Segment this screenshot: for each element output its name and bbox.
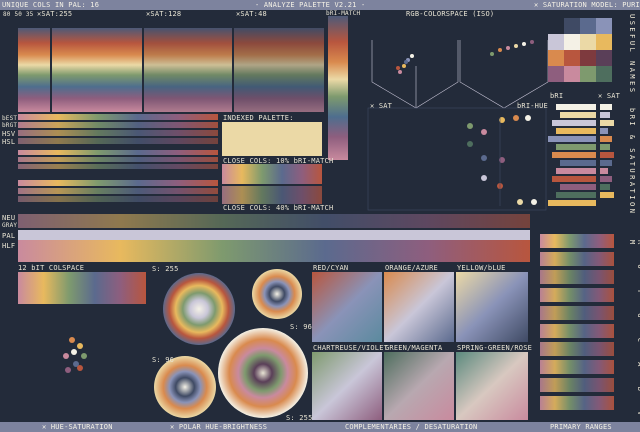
bri-hue-points <box>467 115 537 205</box>
comp-orange-azure <box>384 272 454 342</box>
rgb-points-right <box>490 40 534 56</box>
palette-swatch[interactable] <box>580 18 596 34</box>
polar-circle-s255-large <box>218 328 308 418</box>
sat-label-left: ✕ SAT <box>370 102 393 110</box>
comp-spring-green-rose <box>456 352 528 420</box>
sat-label-right: ✕ SAT <box>598 92 621 100</box>
palette-swatch[interactable] <box>564 18 580 34</box>
palette-swatch[interactable] <box>596 18 612 34</box>
useful-names-label: USEFUL NAMES <box>628 14 636 95</box>
hue-strip-narrow <box>18 28 50 112</box>
label-neu: NEU <box>2 214 16 222</box>
label-bright: bRGT <box>2 122 18 129</box>
s255-label-a: S: 255 <box>152 265 179 273</box>
comp-label-yellow-blue: YELLOW/bLUE <box>457 264 506 272</box>
palette-swatch[interactable] <box>564 66 580 82</box>
polar-circle-s255 <box>163 273 235 345</box>
palette-swatch[interactable] <box>596 34 612 50</box>
palette-swatch[interactable] <box>596 50 612 66</box>
palette-swatch-grid[interactable] <box>548 18 612 82</box>
indexed-palette-box <box>222 122 322 156</box>
comp-label-chartreuse-violet: CHARTREUSE/VIOLET <box>313 344 389 352</box>
comp-label-red-cyan: RED/CYAN <box>313 264 349 272</box>
palette-swatch[interactable] <box>548 50 564 66</box>
comp-red-cyan <box>312 272 382 342</box>
rgb-points-left <box>396 54 414 74</box>
label-hsv: HSV <box>2 130 16 138</box>
palette-swatch[interactable] <box>564 34 580 50</box>
palette-swatch[interactable] <box>548 34 564 50</box>
s255-label-b: S: 255 <box>286 414 313 422</box>
footer-hue-sat[interactable]: ✕ HUE-SATURATION <box>42 423 113 431</box>
palette-swatch[interactable] <box>548 18 564 34</box>
colspace-12bit-label: 12 bIT COLSPACE <box>18 264 85 272</box>
polar-circle-s96-top <box>252 269 302 319</box>
hue-sat-dots <box>63 337 87 373</box>
artwork-layer <box>18 16 614 420</box>
palette-swatch[interactable] <box>548 66 564 82</box>
comp-yellow-blue <box>456 272 528 342</box>
hue-strip-sat48 <box>234 28 324 112</box>
close-cols-swatches <box>222 164 322 204</box>
indexed-palette-title: INDEXED PALETTE: <box>223 114 294 122</box>
comp-chartreuse-violet <box>312 352 382 420</box>
hsl-hsv-bars <box>18 114 218 202</box>
palette-swatch[interactable] <box>580 66 596 82</box>
comp-green-magenta <box>384 352 454 420</box>
hue-strip-sat128 <box>144 28 232 112</box>
colorspace-title: RGB-COLORSPACE (ISO) <box>406 10 495 18</box>
neutral-gray-row <box>18 214 530 262</box>
bri-bars <box>548 104 596 206</box>
close-cols-10: CLOSE COLS: 10% bRI-MATCH <box>223 157 334 165</box>
label-pal: PAL <box>2 232 16 240</box>
palette-swatch[interactable] <box>580 34 596 50</box>
comp-label-green-magenta: GREEN/MAGENTA <box>385 344 443 352</box>
label-hlf: HLF <box>2 242 16 250</box>
roygcbvm-label: R O Y G C A B V M <box>628 240 640 424</box>
close-cols-40: CLOSE COLS: 40% bRI-MATCH <box>223 204 334 212</box>
bri-match-strip <box>328 16 348 160</box>
primary-ranges <box>540 234 614 410</box>
label-gray: GRAY <box>2 222 18 229</box>
comp-label-orange-azure: ORANGE/AZURE <box>385 264 438 272</box>
s96-label-b: S: 96 <box>152 356 175 364</box>
s96-label-a: S: 96 <box>290 323 313 331</box>
label-hsl: HSL <box>2 138 16 146</box>
palette-swatch[interactable] <box>596 66 612 82</box>
sat-bars <box>600 104 614 198</box>
hue-strip-sat255 <box>52 28 142 112</box>
palette-swatch[interactable] <box>564 50 580 66</box>
footer-bar: ✕ HUE-SATURATION ✕ POLAR HUE-BRIGHTNESS … <box>0 422 640 432</box>
colspace-12bit <box>18 272 146 304</box>
footer-polar[interactable]: ✕ POLAR HUE-BRIGHTNESS <box>170 423 267 431</box>
footer-complementaries[interactable]: COMPLEMENTARIES / DESATURATION <box>345 423 477 431</box>
polar-circle-s96-bottom <box>154 356 216 418</box>
bri-sat-label: bRI & SATURATION <box>628 108 636 216</box>
bri-label: bRI <box>550 92 564 100</box>
comp-label-spring-green-rose: SPRING-GREEN/ROSE <box>457 344 533 352</box>
palette-swatch[interactable] <box>580 50 596 66</box>
bri-hue-label: bRI-HUE <box>517 102 548 110</box>
footer-primary-ranges[interactable]: PRIMARY RANGES <box>550 423 612 431</box>
